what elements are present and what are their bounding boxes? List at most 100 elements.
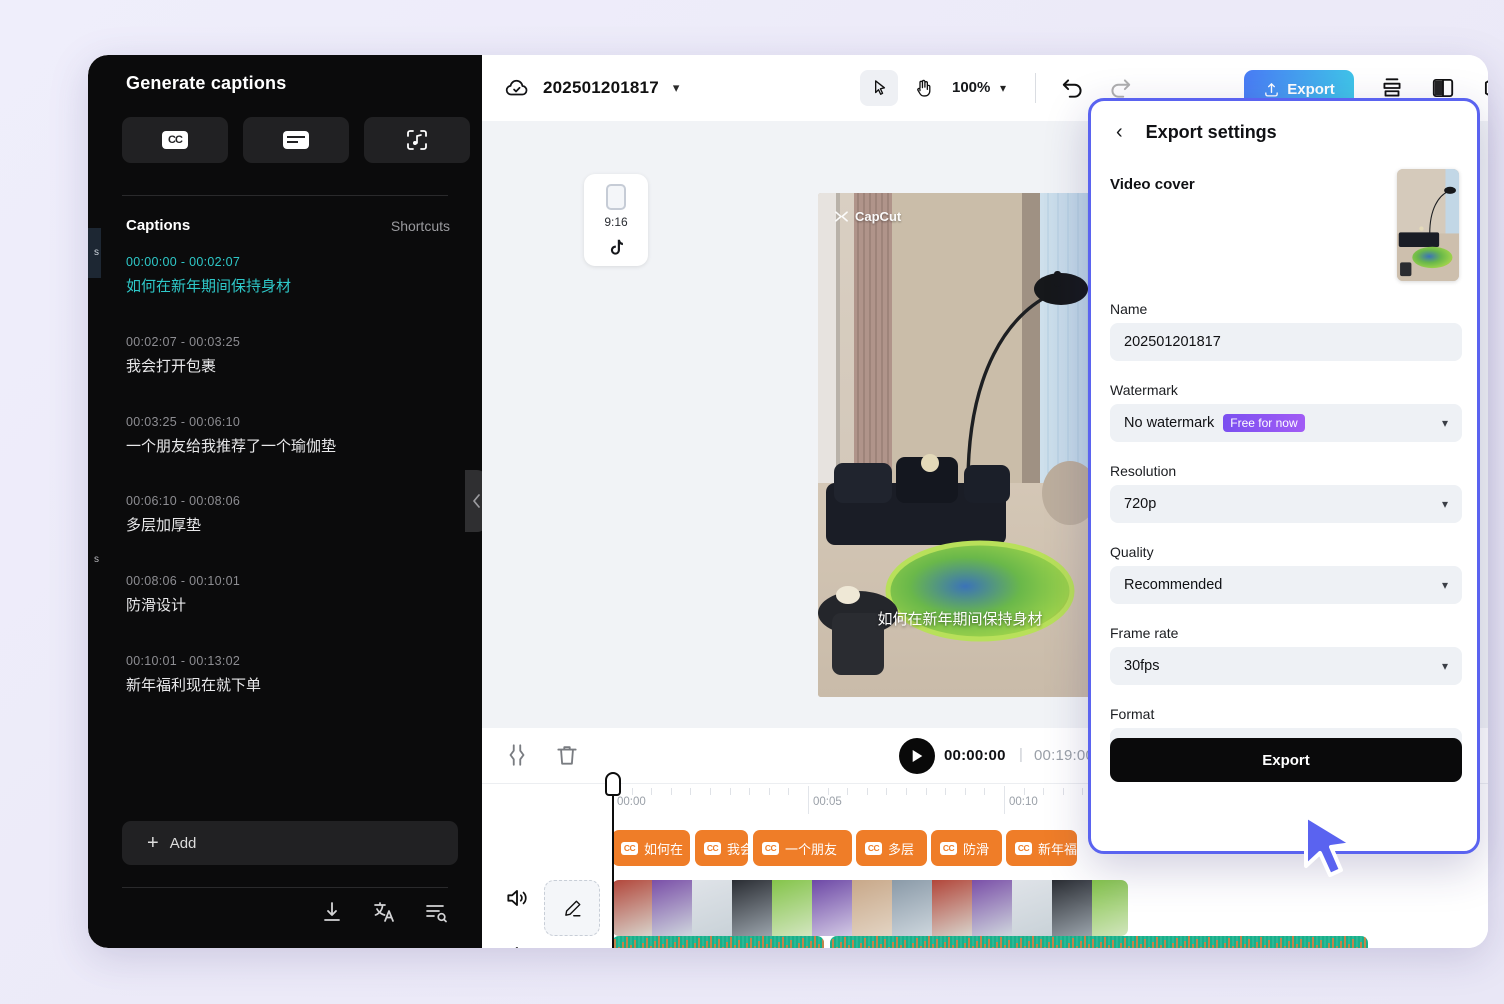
audio-clip-label: Chinese cute and short s xyxy=(612,936,824,949)
caption-clip[interactable]: CC 如何在 xyxy=(612,830,690,866)
video-cover-thumbnail[interactable] xyxy=(1397,169,1459,281)
caption-clip[interactable]: CC 我会 xyxy=(695,830,748,866)
plus-icon: + xyxy=(147,832,159,854)
undo-icon[interactable] xyxy=(1060,75,1086,101)
shortcuts-link[interactable]: Shortcuts xyxy=(391,218,450,234)
field-label-quality: Quality xyxy=(1110,544,1154,560)
cc-icon: CC xyxy=(704,841,721,855)
ruler-tick xyxy=(1063,788,1064,795)
tiktok-icon xyxy=(610,239,623,255)
field-value: 30fps xyxy=(1124,658,1160,674)
video-thumbnail xyxy=(732,880,772,936)
video-thumbnail xyxy=(1092,880,1128,936)
video-preview[interactable]: CapCut 如何在新年期间保持身材 xyxy=(818,193,1102,697)
divider-top xyxy=(122,195,448,196)
ruler-tick xyxy=(730,788,731,795)
audio-clip[interactable]: Chinese cute and short s xyxy=(612,936,824,948)
divider-bottom xyxy=(122,887,448,888)
video-thumbnail xyxy=(772,880,812,936)
translate-icon[interactable] xyxy=(372,900,396,924)
ruler-label: 00:10 xyxy=(1009,796,1038,808)
select-tool-button[interactable] xyxy=(860,70,898,106)
caption-item[interactable]: 00:03:25 - 00:06:10 一个朋友给我推荐了一个瑜伽垫 xyxy=(88,415,482,457)
ruler-tick xyxy=(984,788,985,795)
caption-clip[interactable]: CC 多层 xyxy=(856,830,927,866)
field-frame-rate[interactable]: 30fps ▾ xyxy=(1110,647,1462,685)
captions-lyrics-button[interactable] xyxy=(364,117,470,163)
field-value: Recommended xyxy=(1124,577,1223,593)
export-settings-dialog: ‹ Export settings Video cover Name 20250… xyxy=(1088,98,1480,854)
caption-item[interactable]: 00:06:10 - 00:08:06 多层加厚垫 xyxy=(88,494,482,536)
audio-track-speaker-icon[interactable] xyxy=(504,942,530,948)
playhead-knob[interactable] xyxy=(605,772,621,796)
ruler-tick xyxy=(1024,788,1025,795)
video-track-speaker-icon[interactable] xyxy=(504,885,530,911)
chevron-down-icon: ▾ xyxy=(1441,659,1448,673)
ratio-box-icon xyxy=(606,184,626,210)
project-menu-chevron[interactable]: ▾ xyxy=(673,80,680,96)
caption-clip-label: 防滑 xyxy=(963,841,990,857)
field-value: No watermark xyxy=(1124,415,1215,431)
caption-item[interactable]: 00:10:01 - 00:13:02 新年福利现在就下单 xyxy=(88,654,482,696)
field-label-frame-rate: Frame rate xyxy=(1110,625,1179,641)
ruler-tick xyxy=(710,788,711,795)
download-icon[interactable] xyxy=(320,900,344,924)
canvas-tools xyxy=(860,70,942,106)
hand-tool-button[interactable] xyxy=(904,70,942,106)
playhead[interactable] xyxy=(605,772,621,948)
captions-list[interactable]: 00:00:00 - 00:02:07 如何在新年期间保持身材 00:02:07 -… xyxy=(88,255,482,815)
dialog-title: Export settings xyxy=(1145,121,1277,142)
delete-icon[interactable] xyxy=(554,742,580,768)
play-button[interactable] xyxy=(899,738,935,774)
captions-cc-button[interactable]: CC xyxy=(122,117,228,163)
chevron-down-icon: ▾ xyxy=(1441,578,1448,592)
ruler-tick xyxy=(1082,788,1083,795)
ruler-label: 00:05 xyxy=(813,796,842,808)
caption-clip-label: 一个朋友 xyxy=(785,841,838,857)
capcut-watermark: CapCut xyxy=(834,209,901,224)
zoom-menu-chevron[interactable]: ▾ xyxy=(1000,81,1006,95)
screen: s s Generate captions CC Captions Shortc… xyxy=(0,0,1504,1004)
aspect-ratio-card[interactable]: 9:16 xyxy=(584,174,648,266)
dialog-export-button[interactable]: Export xyxy=(1110,738,1462,782)
caption-item[interactable]: 00:08:06 - 00:10:01 防滑设计 xyxy=(88,574,482,616)
cc-icon: CC xyxy=(621,841,638,855)
ruler-label: 00:00 xyxy=(617,796,646,808)
ruler-tick xyxy=(847,788,848,795)
split-icon[interactable] xyxy=(504,742,530,768)
caption-item[interactable]: 00:02:07 - 00:03:25 我会打开包裹 xyxy=(88,335,482,377)
caption-clip[interactable]: CC 防滑 xyxy=(931,830,1002,866)
cloud-check-icon[interactable] xyxy=(504,75,530,101)
caption-clip[interactable]: CC 一个朋友 xyxy=(753,830,852,866)
field-watermark[interactable]: No watermark Free for now ▾ xyxy=(1110,404,1462,442)
caption-text: 我会打开包裹 xyxy=(126,357,217,375)
caption-time: 00:10:01 - 00:13:02 xyxy=(126,653,241,668)
caption-text: 防滑设计 xyxy=(126,597,187,614)
field-name[interactable]: 202501201817 xyxy=(1110,323,1462,361)
caption-clip[interactable]: CC 新年福 xyxy=(1006,830,1077,866)
add-caption-button[interactable]: + Add xyxy=(122,821,458,865)
caption-item[interactable]: 00:00:00 - 00:02:07 如何在新年期间保持身材 xyxy=(88,255,482,297)
caption-text: 如何在新年期间保持身材 xyxy=(126,278,292,295)
batch-edit-icon[interactable] xyxy=(424,900,448,924)
video-track[interactable] xyxy=(612,880,1128,936)
edit-clip-button[interactable] xyxy=(544,880,600,936)
ruler-tick xyxy=(749,788,750,795)
chevron-down-icon: ▾ xyxy=(1441,497,1448,511)
dialog-export-label: Export xyxy=(1262,751,1310,769)
field-label-name: Name xyxy=(1110,301,1148,317)
select-arrow-icon xyxy=(875,80,886,95)
field-quality[interactable]: Recommended ▾ xyxy=(1110,566,1462,604)
ruler-tick xyxy=(945,788,946,795)
upload-icon xyxy=(1265,82,1279,97)
captions-subtitle-button[interactable] xyxy=(243,117,349,163)
back-chevron-left-icon[interactable]: ‹ xyxy=(1116,121,1123,144)
gear-icon[interactable] xyxy=(1481,75,1488,101)
ruler-tick xyxy=(867,788,868,795)
toolbar-divider xyxy=(1035,73,1036,103)
caption-text: 多层加厚垫 xyxy=(126,517,202,535)
video-thumbnail xyxy=(652,880,692,936)
audio-clip[interactable]: Chinese cute and short song(1283792) xyxy=(830,936,1368,948)
field-resolution[interactable]: 720p ▾ xyxy=(1110,485,1462,523)
field-label-resolution: Resolution xyxy=(1110,463,1177,479)
